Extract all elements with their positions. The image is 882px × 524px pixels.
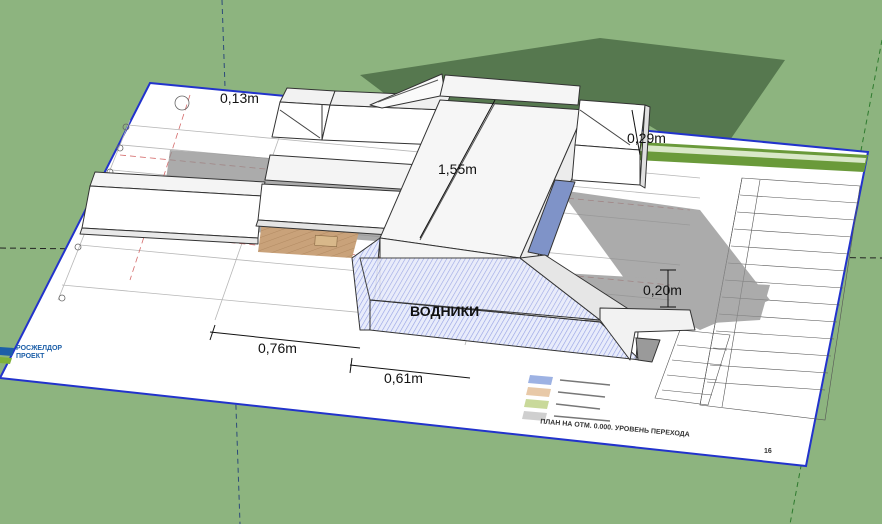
building-sign: ВОДНИКИ: [410, 303, 480, 319]
sketchup-viewport[interactable]: 0,13m 1,55m 0,29m 0,20m 0,76m 0,61m ВОДН…: [0, 0, 882, 524]
dimension-label-top-left: 0,13m: [220, 90, 259, 106]
3d-scene[interactable]: [0, 0, 882, 524]
dimension-label-right-top: 0,29m: [627, 130, 666, 146]
dimension-label-length: 1,55m: [438, 161, 477, 177]
sheet-page-number: 16: [764, 448, 772, 455]
logo-line-2: ПРОЕКТ: [16, 353, 45, 360]
sheet-logo: РОСЖЕЛДОР ПРОЕКТ: [16, 345, 62, 361]
dimension-label-height: 0,20m: [643, 282, 682, 298]
logo-line-1: РОСЖЕЛДОР: [16, 345, 63, 352]
dimension-label-width-mid: 0,61m: [384, 370, 423, 386]
dimension-label-width-left: 0,76m: [258, 340, 297, 356]
